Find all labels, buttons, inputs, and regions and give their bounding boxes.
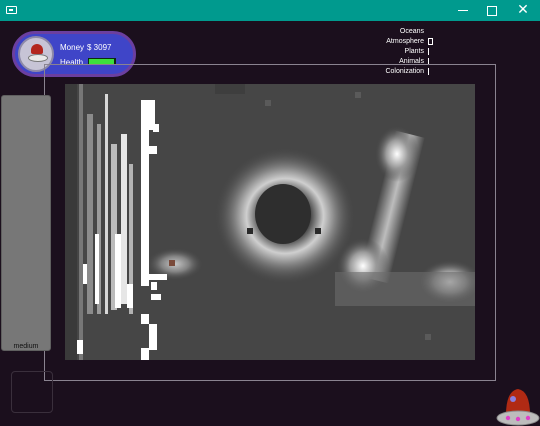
planet-map-terrain [65, 84, 475, 360]
stat-bar [428, 38, 433, 45]
app-icon [6, 6, 17, 14]
stat-label: Oceans [399, 28, 424, 35]
side-panel-label: medium [13, 343, 39, 350]
minimize-icon [458, 10, 468, 11]
game-stage: Money $ 3097 Health Oceans Atmosphere Pl… [0, 21, 540, 426]
stat-label: Atmosphere [386, 38, 424, 45]
empty-slot[interactable] [11, 371, 53, 413]
side-panel[interactable]: medium [1, 95, 51, 351]
close-button[interactable]: ✕ [508, 0, 538, 21]
close-icon: ✕ [517, 2, 529, 18]
minimize-button[interactable] [448, 0, 478, 21]
money-label: Money [60, 43, 85, 52]
maximize-icon [487, 6, 497, 16]
highland [375, 126, 419, 182]
stat-bar [428, 48, 432, 55]
ufo-icon[interactable] [496, 385, 540, 426]
money-value: $ 3097 [87, 43, 112, 52]
stat-atmosphere: Atmosphere [360, 37, 440, 47]
maximize-button[interactable] [477, 0, 507, 21]
crater-core [255, 184, 311, 244]
avatar-base [28, 54, 48, 62]
planet-map[interactable] [65, 84, 475, 360]
stat-label: Plants [404, 48, 424, 55]
stat-plants: Plants [360, 47, 440, 57]
stat-oceans: Oceans [360, 27, 440, 37]
gnome-avatar-icon [31, 44, 43, 54]
title-bar: ✕ [0, 0, 540, 21]
